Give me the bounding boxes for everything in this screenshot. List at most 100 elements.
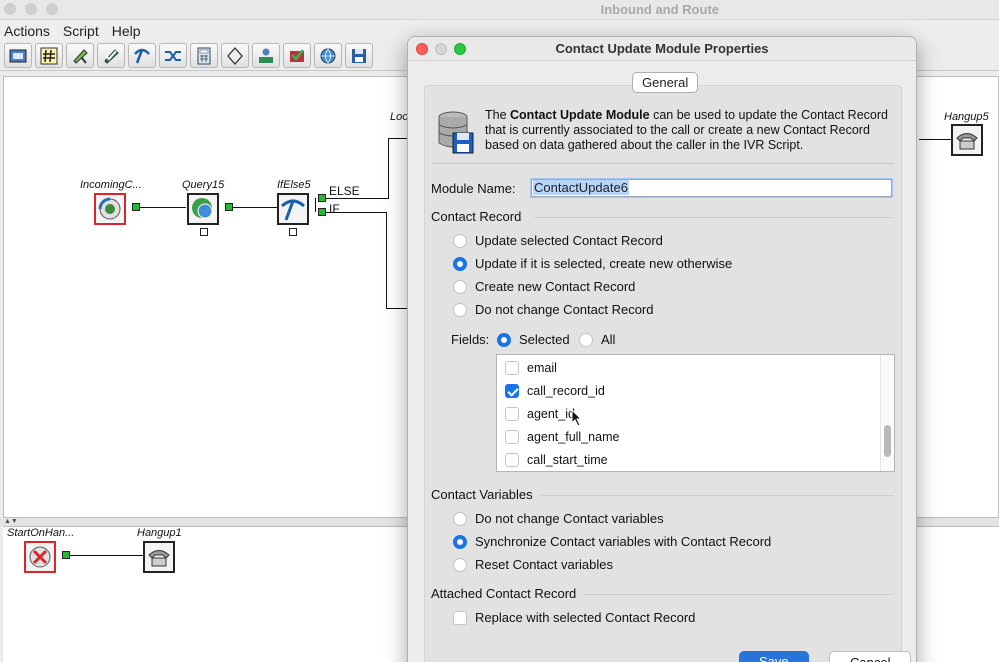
description-bold: Contact Update Module bbox=[510, 108, 650, 122]
close-window-button[interactable] bbox=[4, 3, 16, 15]
dialog-title: Contact Update Module Properties bbox=[555, 41, 769, 56]
radio-dot bbox=[579, 332, 593, 347]
radio-update-or-create[interactable]: Update if it is selected, create new oth… bbox=[453, 256, 732, 271]
radio-create-new[interactable]: Create new Contact Record bbox=[453, 279, 635, 294]
connector bbox=[386, 212, 387, 309]
radio-do-not-change[interactable]: Do not change Contact Record bbox=[453, 302, 654, 317]
save-disk-icon[interactable] bbox=[345, 43, 373, 68]
if-port[interactable] bbox=[318, 208, 326, 216]
checkbox[interactable] bbox=[505, 430, 519, 444]
connector bbox=[315, 198, 316, 212]
menu-script[interactable]: Script bbox=[59, 20, 104, 41]
window-title: Inbound and Route bbox=[600, 2, 719, 17]
radio-fields-all[interactable]: All bbox=[579, 332, 615, 347]
list-item[interactable]: call_record_id bbox=[505, 384, 605, 398]
replace-contact-checkbox[interactable]: Replace with selected Contact Record bbox=[453, 610, 695, 625]
contact-variables-heading: Contact Variables bbox=[431, 487, 533, 502]
menu-actions[interactable]: Actions bbox=[0, 20, 55, 41]
query-globe-icon bbox=[192, 198, 213, 219]
hangup-bottom-node[interactable] bbox=[143, 541, 175, 573]
hangup-top-node[interactable] bbox=[951, 124, 983, 156]
checkbox-label: Replace with selected Contact Record bbox=[475, 610, 696, 625]
book-icon[interactable] bbox=[4, 43, 32, 68]
attached-contact-record-heading: Attached Contact Record bbox=[431, 586, 577, 601]
field-name: agent_full_name bbox=[527, 430, 620, 444]
query-out-port[interactable] bbox=[225, 203, 233, 211]
checkbox[interactable] bbox=[505, 361, 519, 375]
app-window: Inbound and Route Actions Script Help In… bbox=[0, 0, 999, 662]
list-item[interactable]: call_start_time bbox=[505, 453, 608, 467]
checkbox[interactable] bbox=[453, 610, 467, 625]
ifelse-node[interactable] bbox=[277, 193, 309, 225]
incoming-call-icon bbox=[98, 197, 121, 220]
query-node[interactable] bbox=[187, 193, 219, 225]
save-button[interactable]: Save bbox=[739, 651, 809, 662]
radio-vars-do-not-change[interactable]: Do not change Contact variables bbox=[453, 511, 664, 526]
minimize-window-button[interactable] bbox=[25, 3, 37, 15]
connector bbox=[326, 212, 386, 213]
fields-scrollbar[interactable] bbox=[880, 355, 894, 471]
radio-fields-selected[interactable]: Selected bbox=[497, 332, 570, 347]
ifelse-bottom-port[interactable] bbox=[289, 228, 297, 236]
module-name-label: Module Name: bbox=[431, 181, 516, 196]
field-name: call_record_id bbox=[527, 384, 605, 398]
check-flag-icon[interactable] bbox=[283, 43, 311, 68]
module-name-input[interactable]: ContactUpdate6 bbox=[531, 179, 892, 197]
connector bbox=[140, 207, 186, 208]
query-bottom-port[interactable] bbox=[200, 228, 208, 236]
user-card-icon[interactable] bbox=[252, 43, 280, 68]
check-tag-icon[interactable] bbox=[97, 43, 125, 68]
checkbox[interactable] bbox=[505, 407, 519, 421]
radio-dot bbox=[453, 534, 467, 549]
zoom-window-button[interactable] bbox=[46, 3, 58, 15]
diamond-icon[interactable] bbox=[221, 43, 249, 68]
node-label-hangup-top: Hangup5 bbox=[944, 111, 989, 123]
cancel-button[interactable]: Cancel bbox=[829, 651, 912, 662]
radio-dot bbox=[453, 233, 467, 248]
radio-label: All bbox=[601, 332, 616, 347]
tab-general[interactable]: General bbox=[632, 72, 699, 93]
fields-label: Fields: bbox=[451, 332, 490, 347]
divider bbox=[583, 594, 894, 595]
branch-if-label: IF bbox=[329, 202, 340, 216]
hash-icon[interactable] bbox=[35, 43, 63, 68]
start-on-hangup-node[interactable] bbox=[24, 541, 56, 573]
node-label-query: Query15 bbox=[182, 179, 225, 191]
else-port[interactable] bbox=[318, 194, 326, 202]
node-label-hangup-bottom: Hangup1 bbox=[137, 527, 182, 539]
radio-label: Create new Contact Record bbox=[475, 279, 636, 294]
scrollbar-thumb[interactable] bbox=[884, 425, 891, 457]
radio-dot bbox=[453, 279, 467, 294]
description-prefix: The bbox=[485, 108, 511, 122]
list-item[interactable]: email bbox=[505, 361, 557, 375]
node-label-start-on-hangup: StartOnHan... bbox=[7, 527, 75, 539]
globe-icon[interactable] bbox=[314, 43, 342, 68]
radio-dot bbox=[453, 256, 467, 271]
incoming-out-port[interactable] bbox=[132, 203, 140, 211]
radio-vars-reset[interactable]: Reset Contact variables bbox=[453, 557, 613, 572]
edit-tag-icon[interactable] bbox=[66, 43, 94, 68]
node-label-loop: Loo bbox=[390, 111, 409, 123]
mouse-cursor-icon bbox=[571, 409, 583, 427]
phone-icon bbox=[148, 550, 170, 567]
radio-label: Update selected Contact Record bbox=[475, 233, 663, 248]
checkbox[interactable] bbox=[505, 453, 519, 467]
ifelse-icon bbox=[280, 199, 306, 221]
divider bbox=[432, 163, 894, 164]
radio-label: Do not change Contact variables bbox=[475, 511, 664, 526]
pick-icon[interactable] bbox=[128, 43, 156, 68]
field-name: agent_id bbox=[527, 407, 575, 421]
fields-list[interactable]: email call_record_id agent_id agent_full… bbox=[496, 354, 895, 472]
incoming-call-node[interactable] bbox=[94, 193, 126, 225]
list-item[interactable]: agent_id bbox=[505, 407, 575, 421]
shuffle-icon[interactable] bbox=[159, 43, 187, 68]
list-item[interactable]: agent_full_name bbox=[505, 430, 619, 444]
radio-update-selected[interactable]: Update selected Contact Record bbox=[453, 233, 663, 248]
calculator-icon[interactable] bbox=[190, 43, 218, 68]
field-name: email bbox=[527, 361, 557, 375]
divider bbox=[539, 495, 894, 496]
radio-vars-synchronize[interactable]: Synchronize Contact variables with Conta… bbox=[453, 534, 771, 549]
menu-help[interactable]: Help bbox=[108, 20, 146, 41]
checkbox[interactable] bbox=[505, 384, 519, 398]
start-on-hangup-out-port[interactable] bbox=[62, 551, 70, 559]
